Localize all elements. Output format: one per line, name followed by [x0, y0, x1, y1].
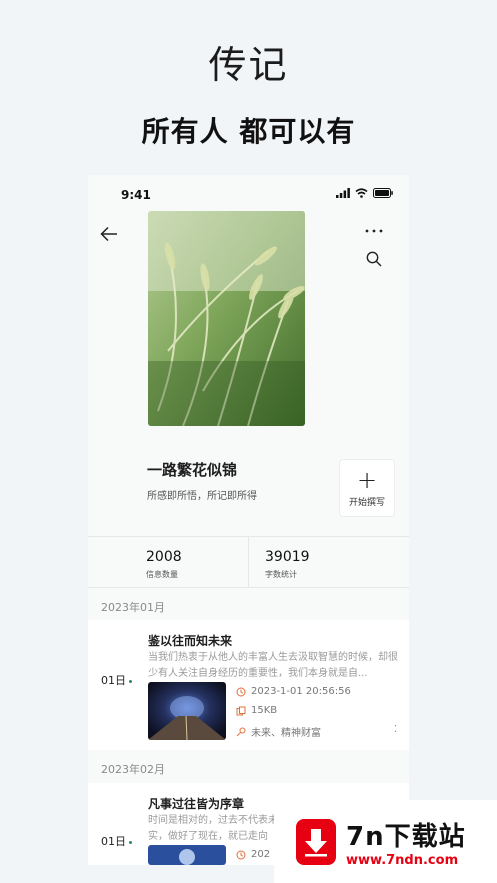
search-button[interactable]: [365, 250, 385, 270]
copy-icon: [236, 706, 246, 715]
entry-day: 01日: [101, 833, 132, 849]
start-writing-button[interactable]: + 开始撰写: [339, 459, 395, 517]
start-writing-label: 开始撰写: [348, 497, 385, 508]
entry-datetime-row: 2023-1-01 20:56:56: [236, 686, 351, 697]
month-header: 2023年01月: [101, 601, 165, 614]
entry-tags: 未来、精神财富: [251, 728, 321, 739]
promo-title: 传记: [208, 43, 289, 87]
entry-menu-icon[interactable]: ⁚: [394, 724, 397, 735]
dot-icon: [129, 840, 132, 844]
watermark-name: 7n下载站: [346, 821, 466, 852]
tag-icon: [236, 727, 246, 736]
back-button[interactable]: [98, 223, 122, 247]
book-cover-image[interactable]: [148, 211, 305, 426]
entry-title: 鉴以往而知未来: [148, 634, 233, 648]
timeline-entry[interactable]: 01日 鉴以往而知未来 当我们热衷于从他人的丰富人生去汲取智慧的时候，却很少有人…: [88, 620, 409, 750]
month-header: 2023年02月: [101, 763, 165, 776]
entry-datetime: 202: [251, 849, 271, 860]
entry-excerpt: 当我们热衷于从他人的丰富人生去汲取智慧的时候，却很少有人关注自身经历的重要性，我…: [148, 652, 398, 679]
stat-label: 字数统计: [265, 570, 297, 579]
plus-icon: +: [356, 465, 378, 494]
dot-icon: [129, 679, 132, 683]
download-icon: [296, 818, 336, 865]
watermark-banner: 7n下载站 www.7ndn.com: [274, 800, 497, 883]
entry-datetime-row: 202: [236, 849, 270, 860]
watermark-url: www.7ndn.com: [346, 852, 459, 868]
book-subtitle: 所感即所悟，所记即所得: [147, 491, 257, 502]
stat-word-count: 39019 字数统计: [248, 537, 409, 587]
more-button[interactable]: [363, 223, 387, 243]
status-bar: 9:41: [88, 175, 409, 215]
stats-bar: 2008 信息数量 39019 字数统计: [88, 536, 409, 588]
entry-datetime: 2023-1-01 20:56:56: [251, 686, 351, 697]
entry-title: 凡事过往皆为序章: [148, 797, 245, 811]
entry-thumbnail[interactable]: [148, 682, 226, 740]
entry-tags-row: 未来、精神财富: [236, 724, 321, 739]
signal-icon: [336, 188, 350, 198]
more-dots-icon: [365, 229, 383, 233]
search-icon: [366, 251, 382, 267]
book-title: 一路繁花似锦: [147, 461, 238, 479]
phone-screen: 9:41 一路繁花似锦 所感即所悟，所记即所得 + 开始撰写 2008 信息数量…: [88, 175, 409, 865]
clock-icon: [236, 687, 246, 696]
entry-thumbnail[interactable]: [148, 845, 226, 865]
stat-value: 39019: [265, 549, 310, 565]
promo-subtitle: 所有人 都可以有: [141, 115, 356, 148]
status-icons: [336, 188, 393, 198]
battery-icon: [373, 188, 393, 198]
wifi-icon: [355, 188, 368, 198]
entry-size-row: 15KB: [236, 705, 277, 716]
entry-day: 01日: [101, 672, 132, 688]
stat-value: 2008: [146, 549, 182, 565]
stat-info-count: 2008 信息数量: [88, 537, 248, 587]
clock-icon: [236, 850, 246, 859]
arrow-left-icon: [100, 226, 117, 242]
entry-size: 15KB: [251, 705, 278, 716]
status-time: 9:41: [121, 188, 151, 202]
stat-label: 信息数量: [146, 570, 178, 579]
